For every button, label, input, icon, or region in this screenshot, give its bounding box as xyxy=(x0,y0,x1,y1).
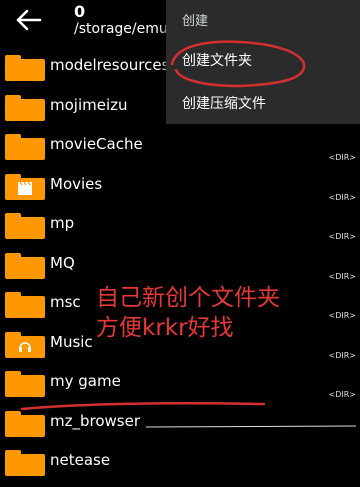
menu-title: 创建 xyxy=(182,14,209,29)
file-name: netease xyxy=(50,451,111,469)
folder-icon xyxy=(5,450,45,476)
file-name: my game xyxy=(50,372,121,390)
file-name: mojimeizu xyxy=(50,95,128,114)
annotation-line-1: 自己新创个文件夹 xyxy=(96,285,280,311)
folder-icon xyxy=(5,94,45,121)
back-arrow-icon[interactable] xyxy=(14,8,42,32)
file-name: mz_browser xyxy=(50,411,140,430)
file-row[interactable]: my game <DIR> xyxy=(0,364,360,404)
file-type-label: <DIR> xyxy=(328,390,356,399)
file-type-label: <DIR> xyxy=(328,232,356,241)
file-row[interactable]: netease xyxy=(0,443,360,483)
file-name: Music xyxy=(50,332,93,351)
folder-icon xyxy=(5,213,45,239)
folder-icon xyxy=(5,410,45,437)
folder-icon xyxy=(5,252,45,279)
menu-item-create-folder[interactable]: 创建文件夹 xyxy=(182,50,252,70)
handwritten-annotation: 自己新创个文件夹 方便krkr好找 xyxy=(96,283,280,343)
file-name: msc xyxy=(50,293,81,311)
selection-count: 0 xyxy=(74,2,86,21)
music-folder-icon xyxy=(5,331,45,358)
create-menu: 创建 创建文件夹 创建压缩文件 xyxy=(166,0,360,124)
file-row[interactable]: mz_browser xyxy=(0,404,360,444)
folder-icon xyxy=(5,134,45,160)
file-row[interactable]: movieCache <DIR> xyxy=(0,127,360,167)
menu-item-create-archive[interactable]: 创建压缩文件 xyxy=(182,93,266,113)
file-type-label: <DIR> xyxy=(328,271,356,281)
file-type-label: <DIR> xyxy=(328,153,356,162)
file-type-label: <DIR> xyxy=(328,311,356,320)
annotation-line-2: 方便krkr好找 xyxy=(96,315,234,341)
file-name: MQ xyxy=(50,253,75,272)
file-name: mp xyxy=(50,214,75,232)
file-type-label: <DIR> xyxy=(328,192,356,202)
file-name: movieCache xyxy=(50,135,143,153)
file-name: Movies xyxy=(50,174,103,193)
movie-folder-icon xyxy=(5,173,45,200)
file-row[interactable]: mp <DIR> xyxy=(0,206,360,246)
folder-icon xyxy=(5,292,45,318)
file-row[interactable]: MQ <DIR> xyxy=(0,246,360,286)
folder-icon xyxy=(5,55,45,81)
file-row[interactable]: Movies <DIR> xyxy=(0,167,360,207)
file-type-label: <DIR> xyxy=(328,350,356,360)
current-path[interactable]: /storage/emu xyxy=(74,21,174,37)
file-name: modelresources xyxy=(50,56,170,74)
folder-icon xyxy=(5,371,45,397)
